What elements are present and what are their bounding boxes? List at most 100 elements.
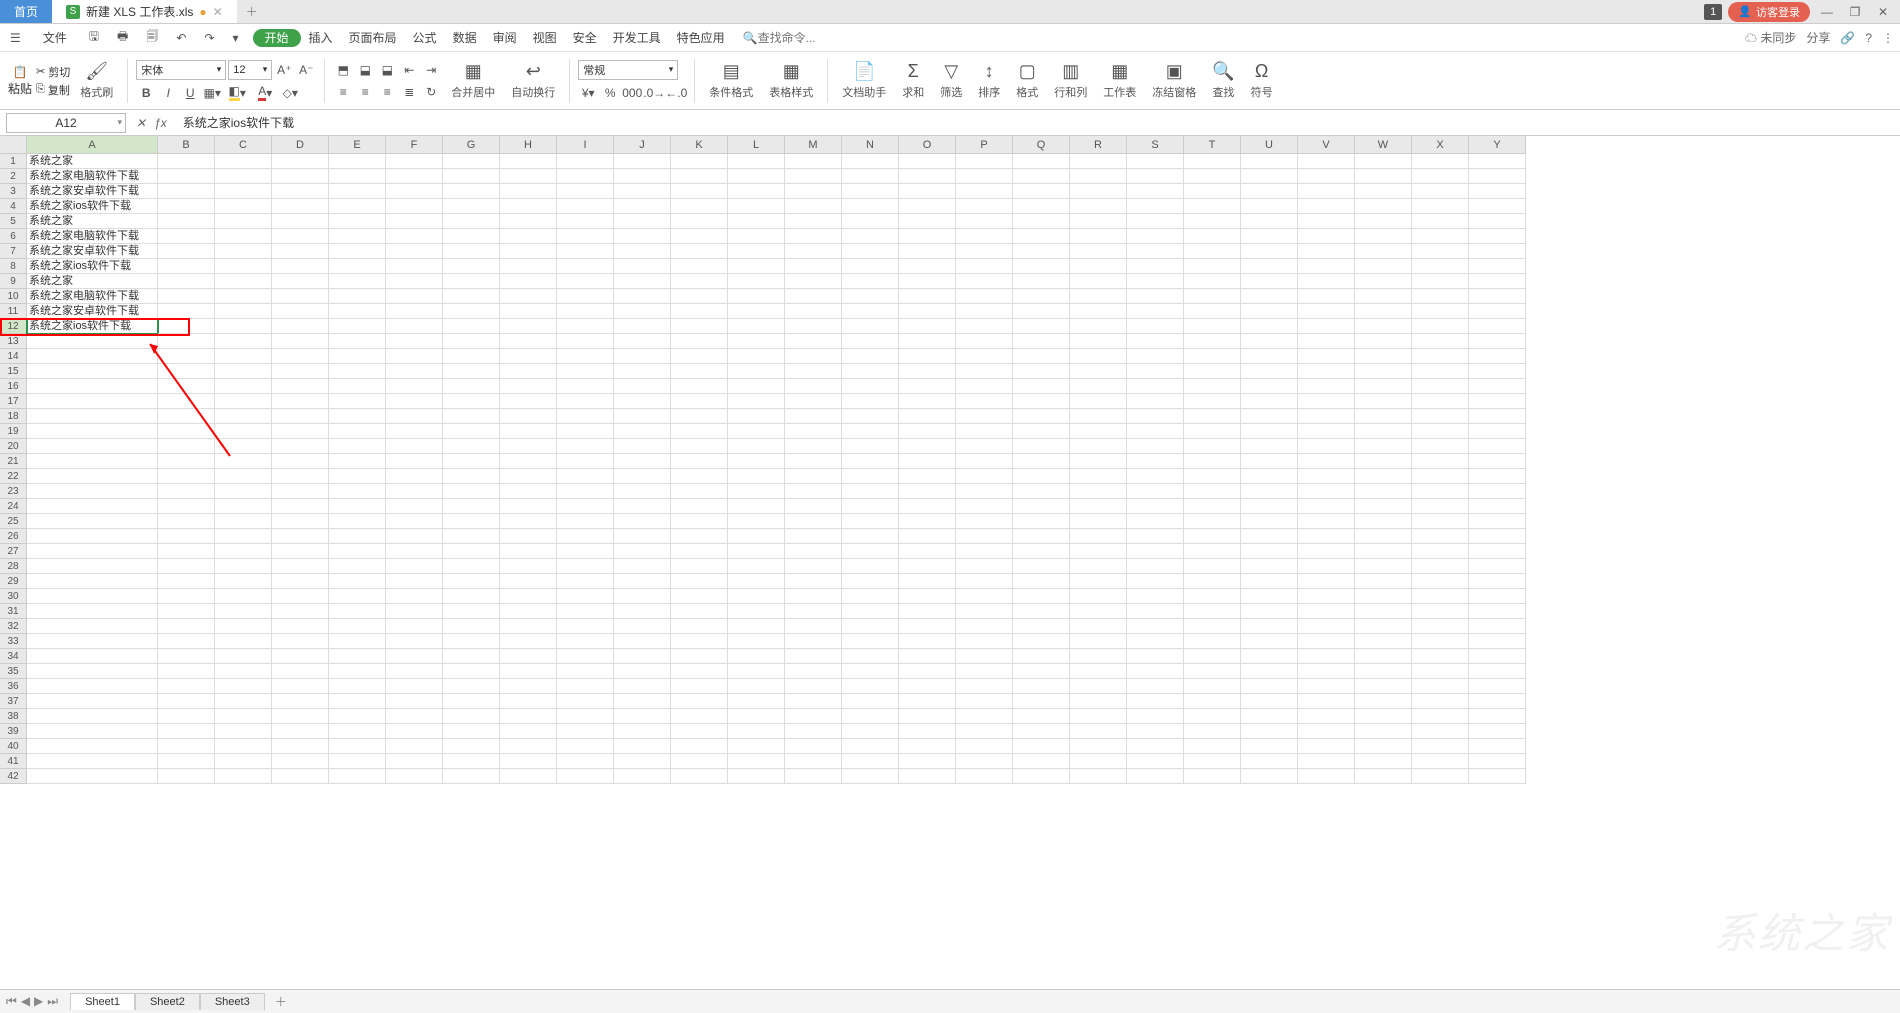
- cell-J17[interactable]: [614, 394, 671, 409]
- cell-B40[interactable]: [158, 739, 215, 754]
- cell-C1[interactable]: [215, 154, 272, 169]
- cell-S9[interactable]: [1127, 274, 1184, 289]
- cell-Y22[interactable]: [1469, 469, 1526, 484]
- cell-U16[interactable]: [1241, 379, 1298, 394]
- help-icon[interactable]: ?: [1865, 31, 1872, 45]
- cell-B39[interactable]: [158, 724, 215, 739]
- cell-W9[interactable]: [1355, 274, 1412, 289]
- cell-D38[interactable]: [272, 709, 329, 724]
- cell-V28[interactable]: [1298, 559, 1355, 574]
- cell-G42[interactable]: [443, 769, 500, 784]
- cell-E40[interactable]: [329, 739, 386, 754]
- cell-X38[interactable]: [1412, 709, 1469, 724]
- cell-U4[interactable]: [1241, 199, 1298, 214]
- restore-icon[interactable]: ❐: [1844, 5, 1866, 19]
- cell-X30[interactable]: [1412, 589, 1469, 604]
- cell-I35[interactable]: [557, 664, 614, 679]
- doc-assistant[interactable]: 📄文档助手: [836, 61, 892, 100]
- cell-N39[interactable]: [842, 724, 899, 739]
- cell-V33[interactable]: [1298, 634, 1355, 649]
- cell-I36[interactable]: [557, 679, 614, 694]
- cell-X9[interactable]: [1412, 274, 1469, 289]
- cell-A32[interactable]: [27, 619, 158, 634]
- cell-K36[interactable]: [671, 679, 728, 694]
- cell-L34[interactable]: [728, 649, 785, 664]
- cell-U34[interactable]: [1241, 649, 1298, 664]
- cell-V7[interactable]: [1298, 244, 1355, 259]
- cell-T39[interactable]: [1184, 724, 1241, 739]
- cell-J6[interactable]: [614, 229, 671, 244]
- cell-U20[interactable]: [1241, 439, 1298, 454]
- cell-O26[interactable]: [899, 529, 956, 544]
- cell-G36[interactable]: [443, 679, 500, 694]
- cell-M11[interactable]: [785, 304, 842, 319]
- cell-U26[interactable]: [1241, 529, 1298, 544]
- cell-G16[interactable]: [443, 379, 500, 394]
- cell-A10[interactable]: 系统之家电脑软件下载: [27, 289, 158, 304]
- cell-R31[interactable]: [1070, 604, 1127, 619]
- cell-E42[interactable]: [329, 769, 386, 784]
- cell-B33[interactable]: [158, 634, 215, 649]
- cell-C19[interactable]: [215, 424, 272, 439]
- cell-L5[interactable]: [728, 214, 785, 229]
- cell-C30[interactable]: [215, 589, 272, 604]
- cell-I12[interactable]: [557, 319, 614, 334]
- cell-F21[interactable]: [386, 454, 443, 469]
- cell-C12[interactable]: [215, 319, 272, 334]
- cell-B28[interactable]: [158, 559, 215, 574]
- cell-I7[interactable]: [557, 244, 614, 259]
- cell-W33[interactable]: [1355, 634, 1412, 649]
- cell-K10[interactable]: [671, 289, 728, 304]
- cell-Q29[interactable]: [1013, 574, 1070, 589]
- cell-R42[interactable]: [1070, 769, 1127, 784]
- cell-Y5[interactable]: [1469, 214, 1526, 229]
- cell-O7[interactable]: [899, 244, 956, 259]
- cell-X13[interactable]: [1412, 334, 1469, 349]
- redo-icon[interactable]: ↷: [200, 29, 218, 47]
- cell-U14[interactable]: [1241, 349, 1298, 364]
- cell-G17[interactable]: [443, 394, 500, 409]
- cell-B17[interactable]: [158, 394, 215, 409]
- cell-L7[interactable]: [728, 244, 785, 259]
- cell-M5[interactable]: [785, 214, 842, 229]
- cell-A17[interactable]: [27, 394, 158, 409]
- cell-O40[interactable]: [899, 739, 956, 754]
- cell-L36[interactable]: [728, 679, 785, 694]
- cell-D36[interactable]: [272, 679, 329, 694]
- cell-H18[interactable]: [500, 409, 557, 424]
- cell-R30[interactable]: [1070, 589, 1127, 604]
- cell-O39[interactable]: [899, 724, 956, 739]
- cell-C28[interactable]: [215, 559, 272, 574]
- cell-F10[interactable]: [386, 289, 443, 304]
- cell-L27[interactable]: [728, 544, 785, 559]
- cell-P42[interactable]: [956, 769, 1013, 784]
- cell-C24[interactable]: [215, 499, 272, 514]
- cell-N22[interactable]: [842, 469, 899, 484]
- cell-U36[interactable]: [1241, 679, 1298, 694]
- cell-Q38[interactable]: [1013, 709, 1070, 724]
- cell-T10[interactable]: [1184, 289, 1241, 304]
- cell-M40[interactable]: [785, 739, 842, 754]
- cell-N17[interactable]: [842, 394, 899, 409]
- cell-M25[interactable]: [785, 514, 842, 529]
- cell-W3[interactable]: [1355, 184, 1412, 199]
- row-header-18[interactable]: 18: [0, 409, 27, 424]
- cell-T21[interactable]: [1184, 454, 1241, 469]
- cell-H15[interactable]: [500, 364, 557, 379]
- cell-C13[interactable]: [215, 334, 272, 349]
- cell-H20[interactable]: [500, 439, 557, 454]
- cell-E12[interactable]: [329, 319, 386, 334]
- cell-B15[interactable]: [158, 364, 215, 379]
- row-header-22[interactable]: 22: [0, 469, 27, 484]
- cell-O31[interactable]: [899, 604, 956, 619]
- cell-S16[interactable]: [1127, 379, 1184, 394]
- cell-M34[interactable]: [785, 649, 842, 664]
- cell-G29[interactable]: [443, 574, 500, 589]
- cell-Q9[interactable]: [1013, 274, 1070, 289]
- cell-E9[interactable]: [329, 274, 386, 289]
- cell-A6[interactable]: 系统之家电脑软件下载: [27, 229, 158, 244]
- cell-R34[interactable]: [1070, 649, 1127, 664]
- cell-A7[interactable]: 系统之家安卓软件下载: [27, 244, 158, 259]
- cell-S3[interactable]: [1127, 184, 1184, 199]
- cell-U12[interactable]: [1241, 319, 1298, 334]
